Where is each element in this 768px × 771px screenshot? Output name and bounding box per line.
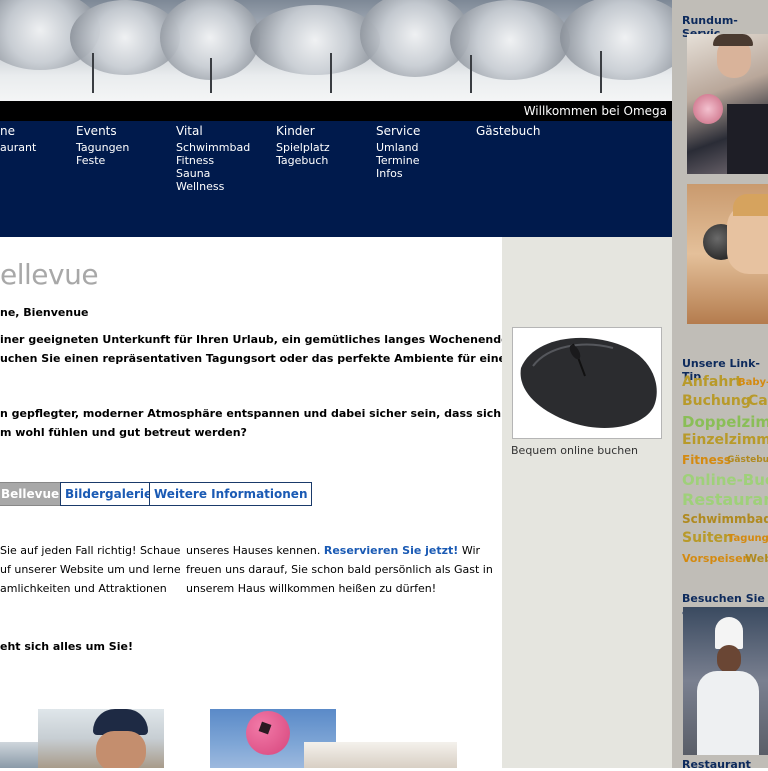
question-line: n gepflegter, moderner Atmosphäre entspa… (0, 407, 535, 420)
nav-subitem-schwimmbad[interactable]: Schwimmbad (176, 141, 250, 154)
nav-item-gaestebuch[interactable]: Gästebuch (476, 124, 540, 138)
tag-cloud: Anfahrt Baby- Buchung Ca Doppelzimm Einz… (682, 372, 768, 572)
tag-link[interactable]: Suiten (682, 530, 733, 546)
photo-wedding-couple (687, 34, 768, 174)
text-line: Sie auf jeden Fall richtig! Schauen (0, 544, 180, 557)
nav-column-kinder: Kinder Spielplatz Tagebuch (276, 124, 330, 167)
photo-chef[interactable] (683, 607, 768, 755)
tag-link[interactable]: Gästebuch (727, 455, 768, 465)
tagline: eht sich alles um Sie! (0, 640, 133, 653)
promo-image-mouse[interactable] (512, 327, 662, 439)
nav-item-service[interactable]: Service (376, 124, 420, 138)
promo-caption[interactable]: Bequem online buchen (511, 444, 638, 457)
tag-link[interactable]: Vorspeisen (682, 552, 750, 565)
nav-subitem-tagungen[interactable]: Tagungen (76, 141, 129, 154)
intro-line: uchen Sie einen repräsentativen Tagungso… (0, 352, 506, 365)
nav-subitem-spielplatz[interactable]: Spielplatz (276, 141, 330, 154)
tag-link[interactable]: Tagung (728, 533, 768, 544)
text-line: uf unserer Website um und lernen (0, 563, 180, 576)
nav-subitem-termine[interactable]: Termine (376, 154, 420, 167)
question-paragraph: n gepflegter, moderner Atmosphäre entspa… (0, 404, 535, 442)
text-segment: unseres Hauses kennen. (186, 544, 321, 557)
tab-bellevue[interactable]: Bellevue (0, 482, 65, 506)
nav-column-vital: Vital Schwimmbad Fitness Sauna Wellness (176, 124, 250, 193)
restaurant-label[interactable]: Restaurant (682, 758, 751, 771)
tab-bildergalerie[interactable]: Bildergalerie (60, 482, 158, 506)
tag-link[interactable]: Restaurant (682, 490, 768, 509)
text-line: unserem Haus willkommen heißen zu dürfen… (186, 582, 437, 595)
tag-link[interactable]: Buchung (682, 393, 751, 409)
tag-link[interactable]: Fitness (682, 453, 731, 467)
tag-link[interactable]: Online-Buch (682, 471, 768, 489)
tag-link[interactable]: Ca (748, 393, 768, 409)
nav-item-vital[interactable]: Vital (176, 124, 250, 138)
nav-column-service: Service Umland Termine Infos (376, 124, 420, 180)
page-title: ellevue (0, 258, 99, 291)
text-line: freuen uns darauf, Sie schon bald persön… (186, 563, 493, 576)
tag-link[interactable]: Web (745, 552, 768, 565)
nav-subitem-umland[interactable]: Umland (376, 141, 420, 154)
text-line: unseres Hauses kennen. Reservieren Sie j… (186, 541, 486, 560)
nav-column-events: Events Tagungen Feste (76, 124, 129, 167)
nav-subitem-feste[interactable]: Feste (76, 154, 129, 167)
intro-paragraph: iner geeigneten Unterkunft für Ihren Url… (0, 330, 541, 368)
welcome-bar: Willkommen bei Omega (0, 101, 672, 121)
nav-column-gaestebuch: Gästebuch (476, 124, 540, 141)
tab-weitere-informationen[interactable]: Weitere Informationen (149, 482, 313, 506)
promo-sidebar (502, 237, 672, 768)
welcome-text: Willkommen bei Omega (523, 104, 667, 118)
photo-guest (38, 709, 164, 768)
nav-item-kinder[interactable]: Kinder (276, 124, 330, 138)
tag-link[interactable]: Baby- (738, 377, 768, 388)
nav-subitem-tagebuch[interactable]: Tagebuch (276, 154, 330, 167)
tag-link[interactable]: Anfahrt (682, 374, 742, 390)
tag-link[interactable]: Schwimmbad (682, 512, 768, 526)
nav-subitem-wellness[interactable]: Wellness (176, 180, 250, 193)
nav-subitem-restaurant[interactable]: aurant (0, 141, 36, 154)
header-banner-image (0, 0, 672, 101)
photo-wellness-mirror (687, 184, 768, 324)
nav-subitem-infos[interactable]: Infos (376, 167, 420, 180)
text-column-right: unseres Hauses kennen. Reservieren Sie j… (186, 541, 493, 598)
photo-thumbnail (304, 742, 457, 768)
nav-subitem-fitness[interactable]: Fitness (176, 154, 250, 167)
text-line: amlichkeiten und Attraktionen (0, 582, 167, 595)
reserve-now-link[interactable]: Reservieren Sie jetzt! (324, 544, 458, 557)
nav-subitem-sauna[interactable]: Sauna (176, 167, 250, 180)
tag-link[interactable]: Einzelzimmer (682, 432, 768, 448)
nav-column-home: ne aurant (0, 124, 36, 154)
intro-line: iner geeigneten Unterkunft für Ihren Url… (0, 333, 541, 346)
nav-item-home[interactable]: ne (0, 124, 36, 138)
greeting: ne, Bienvenue (0, 306, 89, 319)
question-line: m wohl fühlen und gut betreut werden? (0, 426, 247, 439)
text-segment: Wir (458, 544, 481, 557)
nav-item-events[interactable]: Events (76, 124, 129, 138)
computer-mouse-icon (520, 337, 657, 428)
tag-link[interactable]: Doppelzimm (682, 413, 768, 431)
main-nav: ne aurant Events Tagungen Feste Vital Sc… (0, 121, 672, 237)
text-column-left: Sie auf jeden Fall richtig! Schauen uf u… (0, 541, 180, 598)
